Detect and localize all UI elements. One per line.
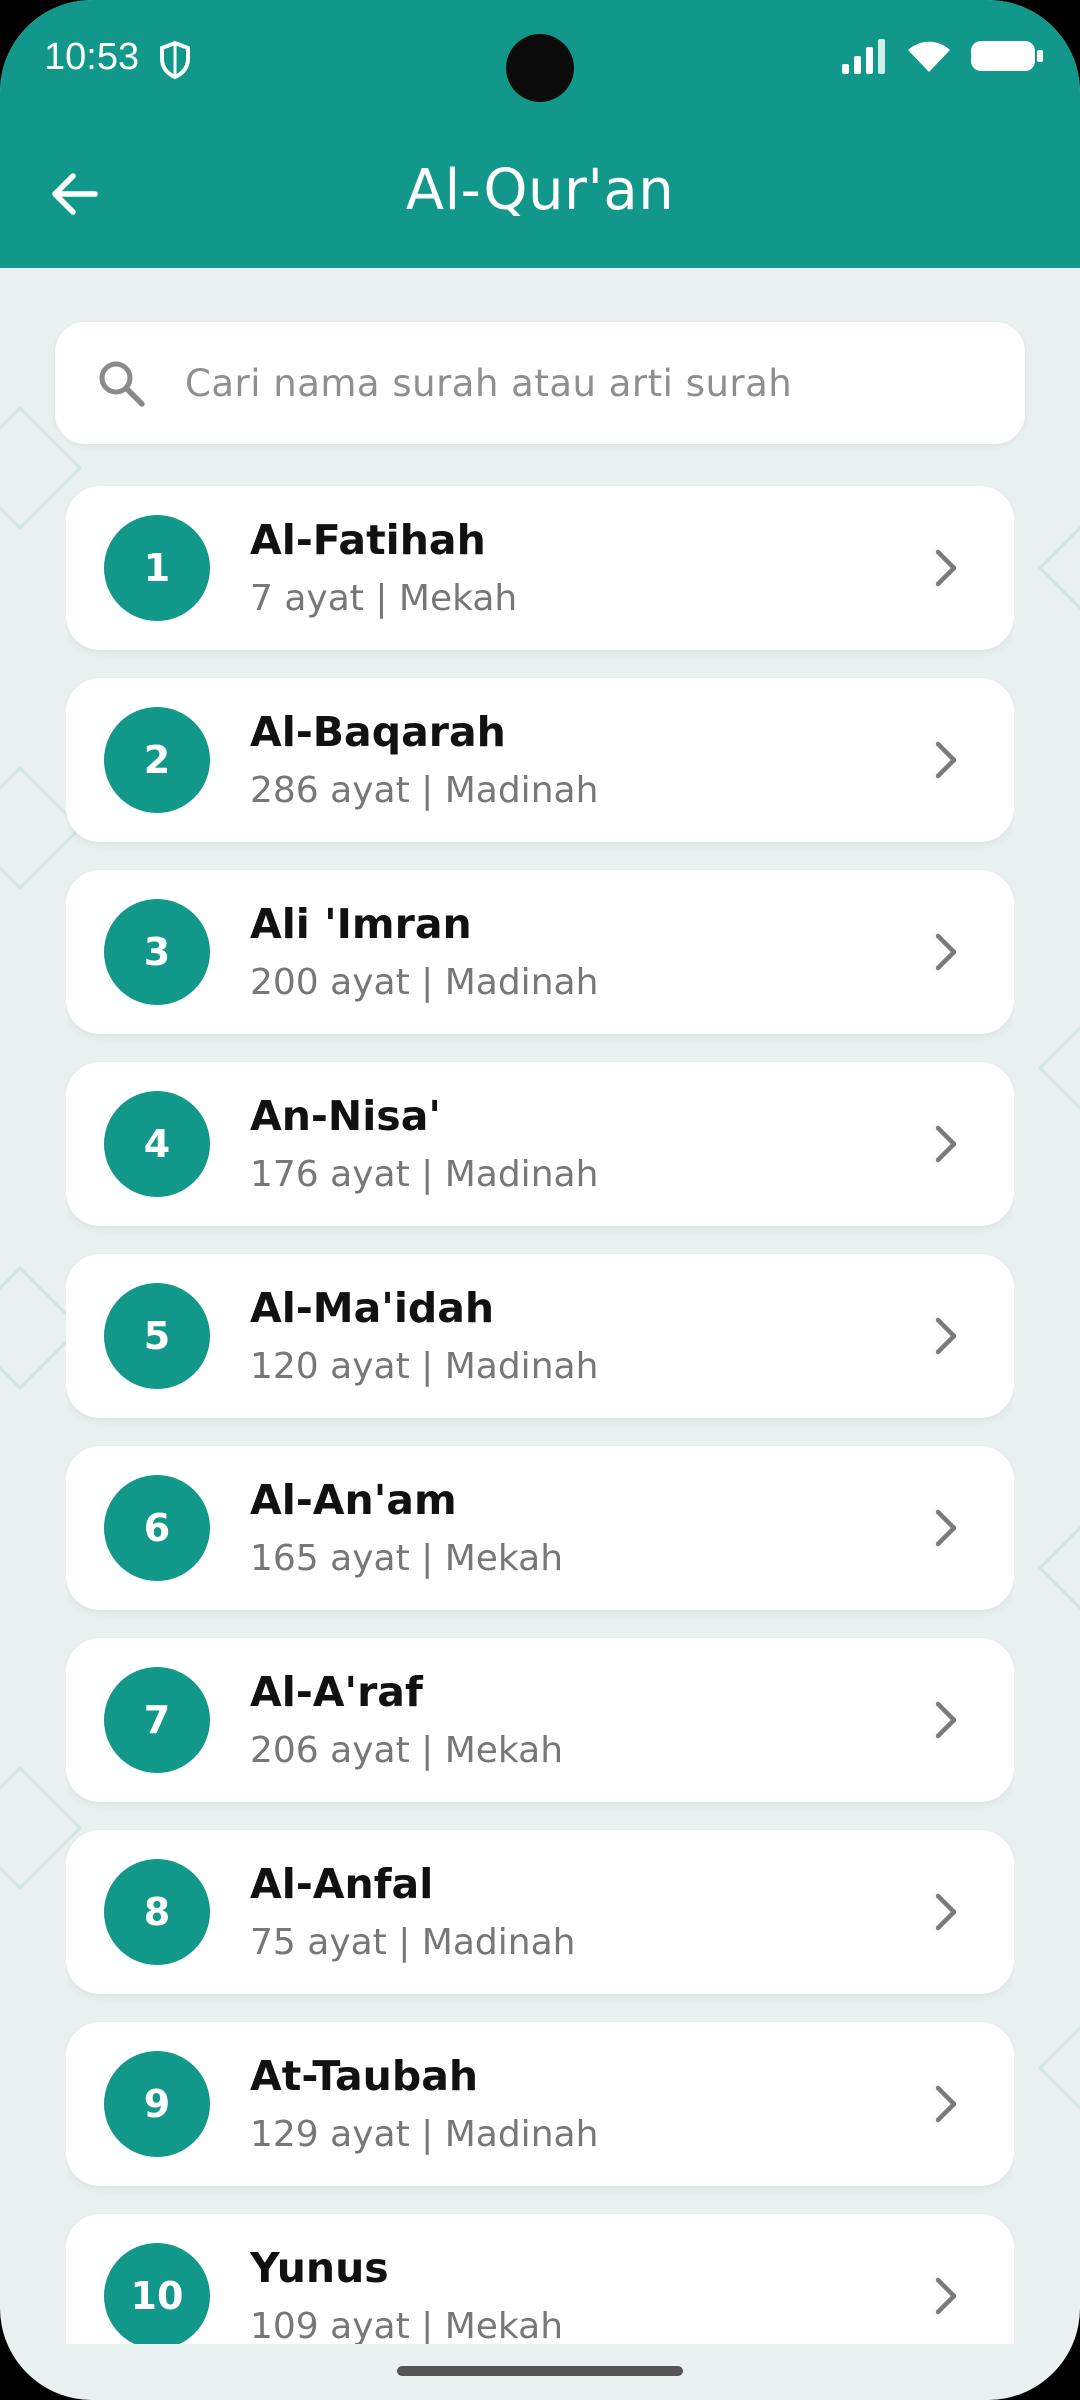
- surah-name: Al-An'am: [250, 1476, 457, 1524]
- surah-list: 1 Al-Fatihah 7 ayat | Mekah 2 Al-Baqarah…: [66, 486, 1014, 2344]
- surah-number-badge: 4: [104, 1091, 210, 1197]
- battery-icon: [970, 38, 1044, 79]
- screen: 10:53 Al-Qur'an Cari nama surah atau art…: [0, 0, 1080, 2400]
- surah-number-badge: 3: [104, 899, 210, 1005]
- wifi-icon: [906, 38, 952, 79]
- surah-name: Ali 'Imran: [250, 900, 472, 948]
- surah-info: 176 ayat | Madinah: [250, 1154, 599, 1195]
- surah-name: At-Taubah: [250, 2052, 479, 2100]
- surah-info: 7 ayat | Mekah: [250, 578, 518, 619]
- surah-list-item[interactable]: 9 At-Taubah 129 ayat | Madinah: [66, 2022, 1014, 2186]
- chevron-right-icon: [924, 1890, 968, 1934]
- surah-info: 109 ayat | Mekah: [250, 2306, 564, 2344]
- surah-number-badge: 8: [104, 1859, 210, 1965]
- shield-icon: [158, 40, 192, 85]
- surah-name: An-Nisa': [250, 1092, 441, 1140]
- surah-info: 200 ayat | Madinah: [250, 962, 599, 1003]
- surah-info: 129 ayat | Madinah: [250, 2114, 599, 2155]
- surah-list-item[interactable]: 2 Al-Baqarah 286 ayat | Madinah: [66, 678, 1014, 842]
- surah-number-badge: 2: [104, 707, 210, 813]
- status-icons: [840, 38, 1044, 79]
- status-time: 10:53: [44, 36, 140, 78]
- surah-list-item[interactable]: 3 Ali 'Imran 200 ayat | Madinah: [66, 870, 1014, 1034]
- camera-cutout: [506, 34, 574, 102]
- surah-info: 286 ayat | Madinah: [250, 770, 599, 811]
- surah-name: Al-Fatihah: [250, 516, 486, 564]
- surah-info: 165 ayat | Mekah: [250, 1538, 564, 1579]
- chevron-right-icon: [924, 546, 968, 590]
- search-icon: [91, 353, 151, 413]
- chevron-right-icon: [924, 1698, 968, 1742]
- surah-name: Yunus: [250, 2244, 389, 2292]
- surah-number-badge: 5: [104, 1283, 210, 1389]
- surah-number-badge: 9: [104, 2051, 210, 2157]
- surah-number-badge: 1: [104, 515, 210, 621]
- surah-name: Al-A'raf: [250, 1668, 423, 1716]
- surah-name: Al-Anfal: [250, 1860, 434, 1908]
- chevron-right-icon: [924, 1314, 968, 1358]
- surah-number-badge: 6: [104, 1475, 210, 1581]
- surah-info: 75 ayat | Madinah: [250, 1922, 576, 1963]
- page-title: Al-Qur'an: [405, 158, 675, 223]
- surah-list-item[interactable]: 8 Al-Anfal 75 ayat | Madinah: [66, 1830, 1014, 1994]
- chevron-right-icon: [924, 1506, 968, 1550]
- chevron-right-icon: [924, 1122, 968, 1166]
- chevron-right-icon: [924, 738, 968, 782]
- surah-list-item[interactable]: 10 Yunus 109 ayat | Mekah: [66, 2214, 1014, 2344]
- surah-name: Al-Ma'idah: [250, 1284, 495, 1332]
- search-bar[interactable]: [55, 322, 1025, 444]
- surah-list-item[interactable]: 4 An-Nisa' 176 ayat | Madinah: [66, 1062, 1014, 1226]
- surah-info: 120 ayat | Madinah: [250, 1346, 599, 1387]
- chevron-right-icon: [924, 930, 968, 974]
- surah-list-item[interactable]: 6 Al-An'am 165 ayat | Mekah: [66, 1446, 1014, 1610]
- surah-number-badge: 7: [104, 1667, 210, 1773]
- surah-list-item[interactable]: 1 Al-Fatihah 7 ayat | Mekah: [66, 486, 1014, 650]
- surah-info: 206 ayat | Mekah: [250, 1730, 564, 1771]
- search-input[interactable]: [183, 360, 967, 406]
- surah-list-item[interactable]: 7 Al-A'raf 206 ayat | Mekah: [66, 1638, 1014, 1802]
- home-indicator[interactable]: [397, 2366, 683, 2376]
- surah-number-badge: 10: [104, 2243, 210, 2344]
- surah-list-item[interactable]: 5 Al-Ma'idah 120 ayat | Madinah: [66, 1254, 1014, 1418]
- signal-icon: [840, 38, 888, 79]
- app-bar: 10:53 Al-Qur'an: [0, 0, 1080, 268]
- chevron-right-icon: [924, 2082, 968, 2126]
- chevron-right-icon: [924, 2274, 968, 2318]
- surah-name: Al-Baqarah: [250, 708, 506, 756]
